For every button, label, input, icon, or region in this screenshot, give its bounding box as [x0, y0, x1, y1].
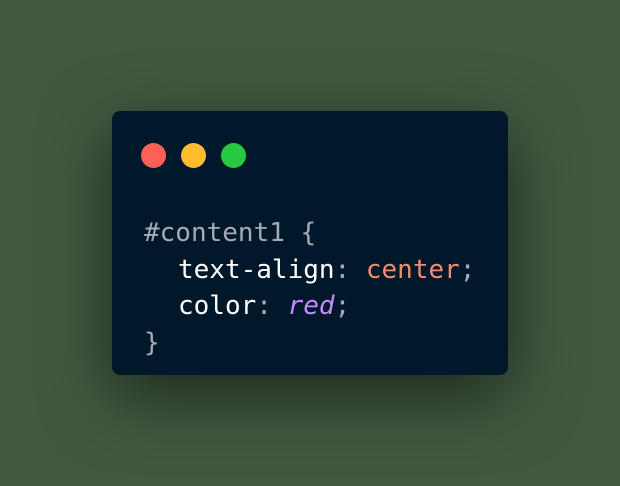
css-value: center	[365, 254, 460, 285]
css-property: color	[178, 291, 257, 321]
colon: :	[334, 254, 351, 285]
css-property: text-align	[178, 254, 335, 285]
close-icon[interactable]	[141, 143, 166, 168]
code-window: #content1 {text-align: center; color: red…	[112, 111, 508, 375]
code-line-close: }	[144, 325, 475, 362]
maximize-icon[interactable]	[221, 143, 246, 168]
minimize-icon[interactable]	[181, 143, 206, 168]
semicolon: ;	[334, 291, 351, 321]
colon: :	[256, 291, 272, 321]
code-line-declaration: color: red;	[144, 288, 475, 325]
code-block: #content1 {text-align: center; color: red…	[144, 215, 475, 361]
semicolon: ;	[459, 254, 476, 285]
css-selector: #content1	[144, 218, 285, 248]
css-value: red	[287, 291, 335, 321]
close-brace: }	[144, 327, 160, 358]
open-brace: {	[300, 218, 317, 248]
window-controls	[141, 143, 246, 168]
code-line-declaration: text-align: center;	[144, 252, 475, 289]
code-line-selector: #content1 {	[144, 215, 475, 252]
